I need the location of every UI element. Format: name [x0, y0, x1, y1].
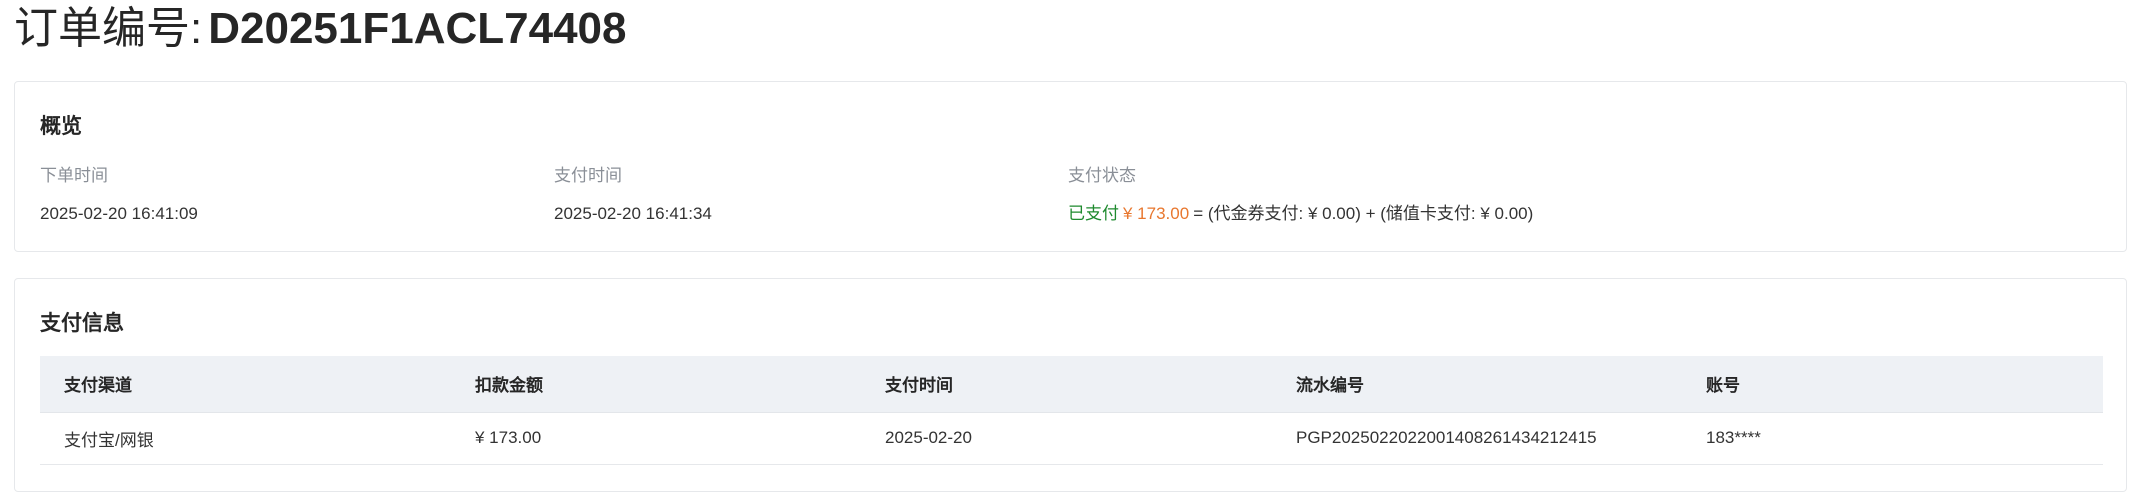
overview-title: 概览: [40, 115, 82, 138]
cell-pay-time: 2025-02-20: [861, 412, 1272, 465]
order-detail-page: 订单编号: D20251F1ACL74408 概览 下单时间 2025-02-20…: [0, 0, 2141, 501]
pay-time-value: 2025-02-20 16:41:34: [554, 204, 712, 223]
overview-card: 概览 下单时间 2025-02-20 16:41:09 支付时间 2025-02…: [14, 81, 2127, 252]
column-header-channel: 支付渠道: [40, 356, 451, 413]
paid-amount: ¥ 173.00: [1123, 204, 1190, 223]
pay-status-label: 支付状态: [1068, 166, 1136, 185]
column-header-pay-time: 支付时间: [861, 356, 1272, 413]
payment-breakdown: = (代金券支付: ¥ 0.00) + (储值卡支付: ¥ 0.00): [1193, 204, 1534, 223]
page-title: 订单编号: D20251F1ACL74408: [14, 2, 627, 56]
table-row: 支付宝/网银 ¥ 173.00 2025-02-20 PGP2025022022…: [40, 412, 2103, 465]
pay-time-field: 支付时间 2025-02-20 16:41:34: [554, 164, 712, 226]
order-time-value: 2025-02-20 16:41:09: [40, 204, 198, 223]
paid-status-text: 已支付: [1068, 204, 1119, 223]
pay-time-label: 支付时间: [554, 166, 622, 185]
cell-channel: 支付宝/网银: [40, 412, 451, 465]
pay-status-field: 支付状态 已支付 ¥ 173.00 = (代金券支付: ¥ 0.00) + (储值卡…: [1068, 164, 1533, 226]
column-header-amount: 扣款金额: [451, 356, 861, 413]
cell-amount: ¥ 173.00: [451, 412, 861, 465]
cell-account: 183****: [1682, 412, 2103, 465]
payment-info-title: 支付信息: [40, 312, 124, 335]
order-title-prefix: 订单编号:: [14, 4, 203, 53]
table-header-row: 支付渠道 扣款金额 支付时间 流水编号 账号: [40, 356, 2103, 413]
cell-serial-no: PGP20250220220014082614342124​15: [1272, 412, 1682, 465]
payment-table: 支付渠道 扣款金额 支付时间 流水编号 账号 支付宝/网银 ¥ 173.00 2…: [40, 356, 2103, 465]
column-header-account: 账号: [1682, 356, 2103, 413]
order-time-label: 下单时间: [40, 166, 108, 185]
order-number: D20251F1ACL74408: [208, 4, 627, 53]
payment-info-card: 支付信息 支付渠道 扣款金额 支付时间 流水编号 账号 支付宝/网银 ¥ 173…: [14, 278, 2127, 492]
pay-status-value: 已支付 ¥ 173.00 = (代金券支付: ¥ 0.00) + (储值卡支付: ¥…: [1068, 202, 1533, 226]
order-time-field: 下单时间 2025-02-20 16:41:09: [40, 164, 198, 226]
column-header-serial-no: 流水编号: [1272, 356, 1682, 413]
